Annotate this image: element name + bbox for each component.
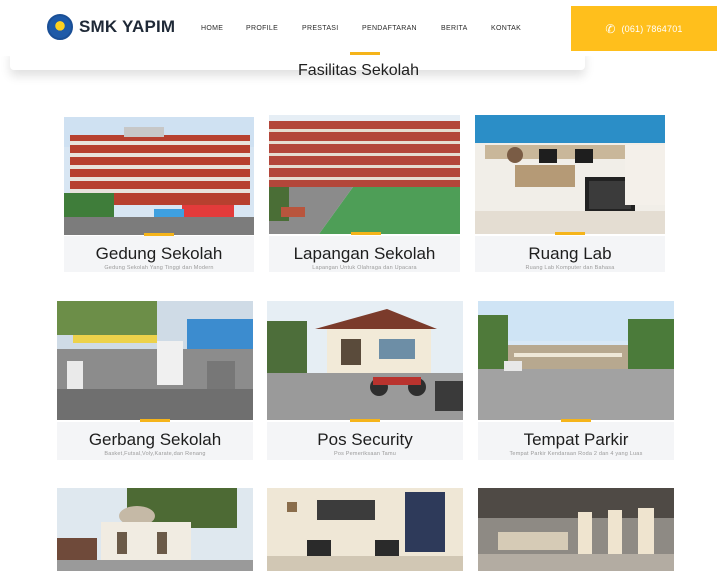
facility-subtitle: Tempat Parkir Kendaraan Roda 2 dan 4 yan… — [509, 451, 643, 457]
facility-subtitle: Ruang Lab Komputer dan Bahasa — [525, 265, 615, 271]
facility-title: Ruang Lab — [528, 244, 612, 263]
facility-card-lab[interactable]: Ruang Lab Ruang Lab Komputer dan Bahasa — [475, 115, 665, 272]
facility-caption: Gerbang Sekolah Basket,Futsal,Voly,Karat… — [57, 422, 253, 460]
facility-photo-gerbang — [57, 301, 253, 420]
phone-number: (061) 7864701 — [621, 23, 683, 34]
facility-card-partial-3[interactable] — [478, 488, 674, 571]
facility-subtitle: Gedung Sekolah Yang Tinggi dan Modern — [104, 265, 214, 271]
card-accent-bar — [555, 232, 585, 235]
facility-subtitle: Basket,Futsal,Voly,Karate,dan Renang — [104, 451, 206, 457]
facility-caption: Gedung Sekolah Gedung Sekolah Yang Tingg… — [64, 236, 254, 272]
school-emblem-icon — [47, 14, 73, 40]
facility-caption: Tempat Parkir Tempat Parkir Kendaraan Ro… — [478, 422, 674, 460]
facility-card-parkir[interactable]: Tempat Parkir Tempat Parkir Kendaraan Ro… — [478, 301, 674, 460]
facility-card-gerbang[interactable]: Gerbang Sekolah Basket,Futsal,Voly,Karat… — [57, 301, 253, 460]
facility-card-partial-1[interactable] — [57, 488, 253, 571]
facility-title: Tempat Parkir — [523, 430, 629, 449]
facility-photo-hall — [478, 488, 674, 571]
facility-photo-gedung — [64, 117, 254, 235]
facility-photo-lapangan — [269, 115, 460, 234]
site-header: SMK YAPIM HOME PROFILE PRESTASI PENDAFTA… — [0, 0, 717, 56]
facility-photo-pos-security — [267, 301, 463, 420]
facility-subtitle: Lapangan Untuk Olahraga dan Upacara — [312, 265, 417, 271]
facility-photo-lobby — [267, 488, 463, 571]
facility-photo-parkir — [478, 301, 674, 420]
facility-photo-mosque — [57, 488, 253, 571]
facility-caption: Ruang Lab Ruang Lab Komputer dan Bahasa — [475, 236, 665, 272]
facility-caption: Lapangan Sekolah Lapangan Untuk Olahraga… — [269, 236, 460, 272]
card-accent-bar — [351, 232, 381, 235]
facility-title: Gedung Sekolah — [95, 244, 223, 263]
nav-prestasi[interactable]: PRESTASI — [302, 25, 339, 32]
nav-pendaftaran[interactable]: PENDAFTARAN — [362, 25, 417, 32]
facility-caption: Pos Security Pos Pemeriksaan Tamu — [267, 422, 463, 460]
nav-home[interactable]: HOME — [201, 25, 223, 32]
phone-icon: ✆ — [605, 21, 616, 36]
nav-kontak[interactable]: KONTAK — [491, 25, 521, 32]
facility-card-gedung[interactable]: Gedung Sekolah Gedung Sekolah Yang Tingg… — [64, 117, 254, 272]
facility-card-pos-security[interactable]: Pos Security Pos Pemeriksaan Tamu — [267, 301, 463, 460]
title-accent-bar — [350, 52, 380, 55]
section-title: Fasilitas Sekolah — [298, 62, 419, 79]
nav-profile[interactable]: PROFILE — [246, 25, 278, 32]
facility-title: Gerbang Sekolah — [88, 430, 222, 449]
facility-photo-lab — [475, 115, 665, 234]
facility-card-lapangan[interactable]: Lapangan Sekolah Lapangan Untuk Olahraga… — [269, 115, 460, 272]
facility-subtitle: Pos Pemeriksaan Tamu — [334, 451, 396, 457]
facility-card-partial-2[interactable] — [267, 488, 463, 571]
facility-title: Pos Security — [317, 430, 413, 449]
brand-name: SMK YAPIM — [79, 17, 176, 36]
facility-title: Lapangan Sekolah — [293, 244, 436, 263]
nav-berita[interactable]: BERITA — [441, 25, 468, 32]
phone-contact-button[interactable]: ✆ (061) 7864701 — [571, 6, 717, 51]
brand-logo[interactable]: SMK YAPIM — [47, 14, 175, 40]
